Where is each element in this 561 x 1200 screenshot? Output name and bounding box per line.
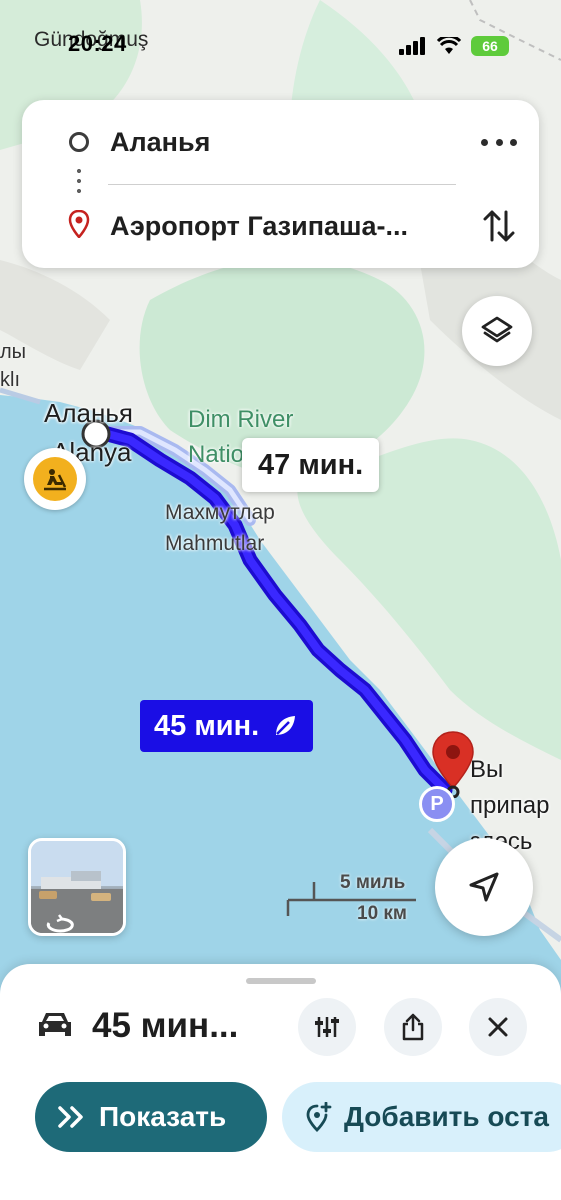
route-options-button[interactable] [298,998,356,1056]
scale-miles: 5 миль [340,872,406,893]
alternate-route-time-label: 47 мин. [258,448,364,481]
edge-label-line1: лы [0,341,27,363]
town-label-ru: Махмутлар [165,501,275,524]
status-time: 20:24 [68,31,127,56]
parked-label-line1: Вы [470,756,504,783]
route-divider [108,184,456,185]
share-icon [402,1013,424,1041]
dot-icon [510,138,517,146]
roadwork-marker[interactable] [24,448,86,510]
close-icon [488,1017,508,1037]
add-stop-pin-icon [306,1102,332,1132]
scale-km: 10 км [357,903,407,924]
status-icons: 66 [399,36,509,56]
wifi-icon [437,37,461,54]
origin-field[interactable]: Аланья [110,127,210,158]
main-route-time-label: 45 мин. [154,709,260,742]
route-card: Аланья Аэропорт Газипаша-... [22,100,539,268]
battery-icon: 66 [471,36,509,56]
double-chevron-icon [58,1106,83,1128]
roadwork-icon [44,469,67,491]
layers-icon [481,316,513,343]
my-location-button[interactable] [435,838,533,936]
map-label-edge: лы klı [0,338,26,394]
add-stop-button[interactable]: Добавить оста [282,1082,561,1152]
dot-icon [481,138,488,146]
route-connector-dots [77,166,81,198]
origin-circle-icon [69,132,89,152]
show-route-label: Показать [99,1101,227,1132]
town-label-tr: Mahmutlar [165,532,265,555]
destination-field[interactable]: Аэропорт Газипаша-... [110,211,460,242]
main-route-time[interactable]: 45 мин. [140,700,314,752]
drag-handle[interactable] [246,978,316,984]
close-button[interactable] [469,998,527,1056]
destination-pin-icon [68,210,90,238]
more-options-button[interactable] [481,130,517,154]
navigation-arrow-icon [469,872,499,902]
show-route-button[interactable]: Показать [35,1082,267,1152]
layers-button[interactable] [462,296,532,366]
street-view-image [31,841,123,933]
add-stop-label: Добавить оста [344,1101,549,1132]
parking-icon: P [430,792,444,815]
battery-level: 66 [482,38,498,54]
parked-label-line2: припар [470,792,550,819]
route-bottom-sheet: 45 мин... Показать Добавить оста [0,964,561,1200]
map-label-town[interactable]: Махмутлар Mahmutlar [165,497,275,559]
tune-icon [315,1017,339,1037]
alternate-route-time[interactable]: 47 мин. [242,438,380,492]
park-label-line1: Dim River [188,406,294,433]
status-bar: Gündoğmuş 20:24 66 [0,0,561,90]
signal-icon [399,37,425,55]
swap-direction-button[interactable] [481,204,517,248]
dot-icon [495,138,503,146]
map-label-city-ru[interactable]: Аланья [44,398,133,429]
parking-marker[interactable]: P [419,786,455,822]
share-button[interactable] [384,998,442,1056]
route-duration: 45 мин... [92,1006,239,1045]
eco-leaf-icon [276,716,296,735]
car-icon [39,1013,71,1036]
street-view-thumbnail[interactable] [28,838,126,936]
edge-label-line2: klı [0,369,20,391]
